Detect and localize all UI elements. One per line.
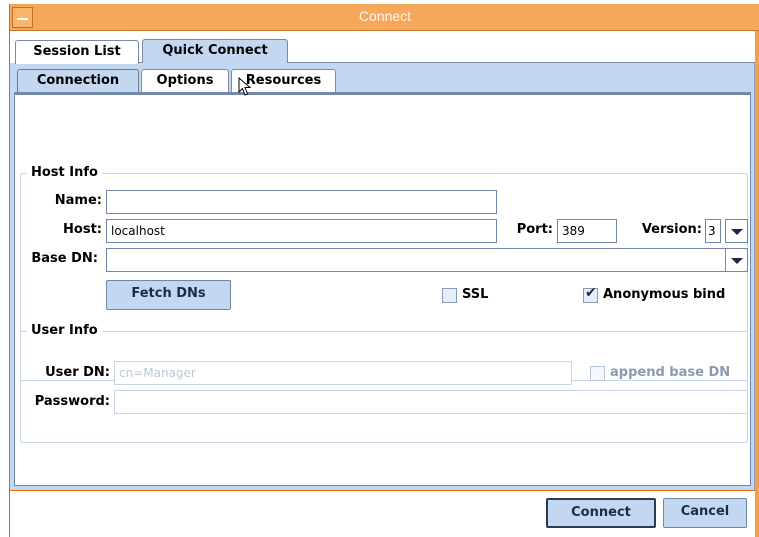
- password-field[interactable]: [114, 390, 748, 414]
- version-dropdown-button[interactable]: [725, 219, 748, 243]
- connect-button[interactable]: Connect: [546, 498, 656, 528]
- connect-window: Connect Session List Quick Connect Conne…: [9, 4, 759, 537]
- connection-panel: Host Info Name: Host: localhost Port: 38…: [14, 94, 751, 486]
- base-dn-field[interactable]: [106, 248, 726, 272]
- name-label: Name:: [54, 193, 102, 208]
- title-bar[interactable]: Connect: [10, 4, 759, 31]
- append-base-dn-checkbox[interactable]: [590, 366, 605, 381]
- port-field[interactable]: 389: [557, 219, 617, 243]
- dialog-content: Session List Quick Connect Connection Op…: [10, 31, 755, 537]
- fetch-dns-button[interactable]: Fetch DNs: [106, 280, 231, 310]
- ssl-checkbox[interactable]: [442, 288, 457, 303]
- version-label: Version:: [641, 222, 702, 237]
- tab-session-list[interactable]: Session List: [15, 40, 139, 64]
- tab-connection[interactable]: Connection: [17, 69, 139, 93]
- base-dn-dropdown-button[interactable]: [725, 248, 748, 272]
- anonymous-bind-label: Anonymous bind: [603, 287, 726, 302]
- user-info-title: User Info: [27, 323, 102, 338]
- user-info-group: User Info: [20, 323, 748, 443]
- button-bar: Connect Cancel: [10, 490, 755, 537]
- host-info-title: Host Info: [27, 165, 102, 180]
- password-label: Password:: [34, 394, 110, 409]
- base-dn-label: Base DN:: [31, 251, 98, 266]
- cancel-button[interactable]: Cancel: [663, 498, 747, 528]
- host-label: Host:: [63, 222, 102, 237]
- tab-options[interactable]: Options: [141, 69, 229, 93]
- user-dn-field[interactable]: cn=Manager: [114, 361, 572, 385]
- tab-quick-connect[interactable]: Quick Connect: [142, 39, 288, 63]
- window-title: Connect: [358, 8, 412, 24]
- mouse-pointer-icon: [238, 77, 252, 96]
- anonymous-bind-checkbox[interactable]: [583, 285, 598, 303]
- user-dn-label: User DN:: [45, 365, 110, 380]
- append-base-dn-label: append base DN: [610, 365, 731, 380]
- name-field[interactable]: [106, 190, 497, 214]
- version-select[interactable]: 3: [705, 219, 721, 243]
- port-label: Port:: [516, 222, 553, 237]
- host-field[interactable]: localhost: [106, 219, 497, 243]
- ssl-label: SSL: [462, 287, 489, 302]
